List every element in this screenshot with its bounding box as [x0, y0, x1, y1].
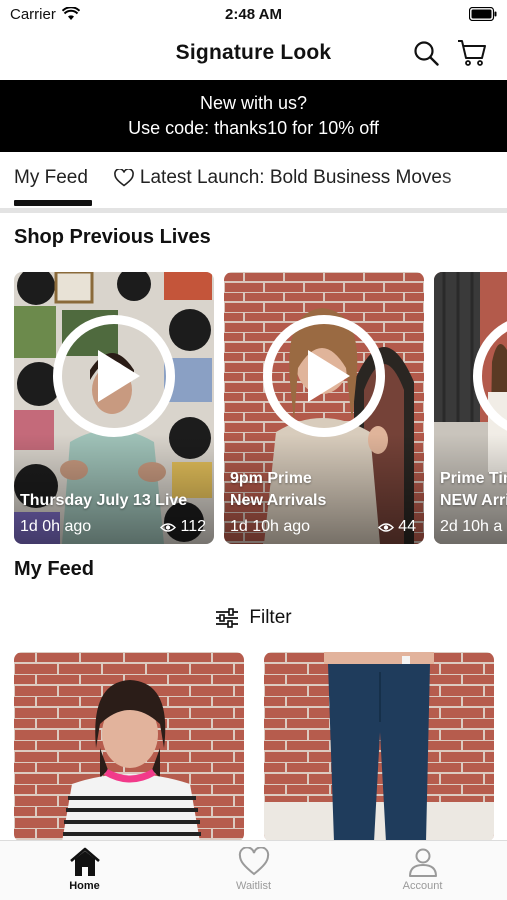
live-time: 1d 0h ago: [20, 518, 92, 535]
battery-icon: [469, 7, 497, 21]
cart-button[interactable]: [455, 36, 489, 70]
live-title-line-1: 9pm Prime: [230, 470, 312, 487]
live-card[interactable]: Thursday July 13 Live 1d 0h ago 112: [14, 272, 214, 544]
live-card[interactable]: Prime Tim NEW Arri 2d 10h a: [434, 272, 507, 544]
feed-product-card[interactable]: [264, 652, 494, 842]
feed-product-card[interactable]: [14, 652, 244, 842]
tab-my-feed[interactable]: My Feed: [14, 167, 88, 189]
active-tab-indicator: [14, 200, 92, 206]
play-icon[interactable]: [53, 315, 175, 437]
bottom-tab-bar: Home Waitlist Account: [0, 840, 507, 900]
promo-line-1: New with us?: [199, 93, 308, 113]
play-icon[interactable]: [263, 315, 385, 437]
promo-banner: New with us? Use code: thanks10 for 10% …: [0, 80, 507, 152]
filter-sliders-icon: [216, 608, 239, 628]
previous-lives-carousel[interactable]: Thursday July 13 Live 1d 0h ago 112 9pm …: [14, 272, 507, 544]
live-card[interactable]: 9pm Prime New Arrivals 1d 10h ago 44: [224, 272, 424, 544]
promo-line-2: Use code: thanks10 for 10% off: [128, 118, 379, 138]
live-title-line-1: Prime Tim: [440, 470, 507, 487]
live-title: 9pm Prime New Arrivals: [230, 468, 326, 512]
tab-account-label: Account: [402, 880, 443, 892]
live-time: 2d 10h a: [440, 518, 503, 535]
tab-waitlist-label: Waitlist: [235, 880, 272, 892]
live-title: Thursday July 13 Live: [20, 492, 188, 509]
eye-icon: [378, 522, 395, 532]
search-icon: [414, 41, 439, 66]
live-view-count: 44: [398, 518, 416, 535]
tab-home-label: Home: [69, 880, 100, 892]
home-icon: [69, 847, 100, 876]
heart-outline-icon: [114, 169, 134, 187]
tabs-fade: [437, 152, 507, 204]
product-image: [264, 652, 494, 842]
live-views: 112: [160, 518, 206, 536]
nav-bar: Signature Look: [0, 28, 507, 78]
tab-latest-launch-label: Latest Launch: Bold Business Moves: [139, 167, 452, 188]
status-bar: Carrier 2:48 AM: [0, 0, 507, 28]
tab-account[interactable]: Account: [338, 841, 507, 900]
product-image: [14, 652, 244, 842]
feed-tabs: My Feed Latest Launch: Bold Business Mov…: [0, 152, 507, 208]
filter-button[interactable]: Filter: [0, 602, 507, 634]
heart-icon: [238, 847, 269, 876]
carrier-label: Carrier: [10, 5, 56, 23]
filter-label: Filter: [249, 607, 292, 628]
tab-my-feed-label: My Feed: [14, 167, 88, 188]
tabs-divider: [0, 208, 507, 213]
tab-latest-launch[interactable]: Latest Launch: Bold Business Moves: [114, 167, 452, 189]
live-views: 44: [378, 518, 416, 536]
my-feed-title: My Feed: [14, 558, 95, 580]
search-button[interactable]: [409, 36, 443, 70]
eye-icon: [160, 522, 177, 532]
live-title-line-2: New Arrivals: [230, 492, 327, 509]
shop-previous-lives-title: Shop Previous Lives: [14, 226, 211, 248]
person-icon: [408, 848, 437, 877]
live-title: Prime Tim NEW Arri: [440, 468, 507, 512]
tab-waitlist[interactable]: Waitlist: [169, 841, 338, 900]
live-title-line-2: NEW Arri: [440, 492, 507, 509]
wifi-icon: [61, 7, 80, 20]
live-view-count: 112: [180, 518, 206, 535]
cart-icon: [458, 40, 486, 66]
app-title: Signature Look: [175, 41, 332, 64]
live-time: 1d 10h ago: [230, 518, 311, 535]
tab-home[interactable]: Home: [0, 841, 169, 900]
